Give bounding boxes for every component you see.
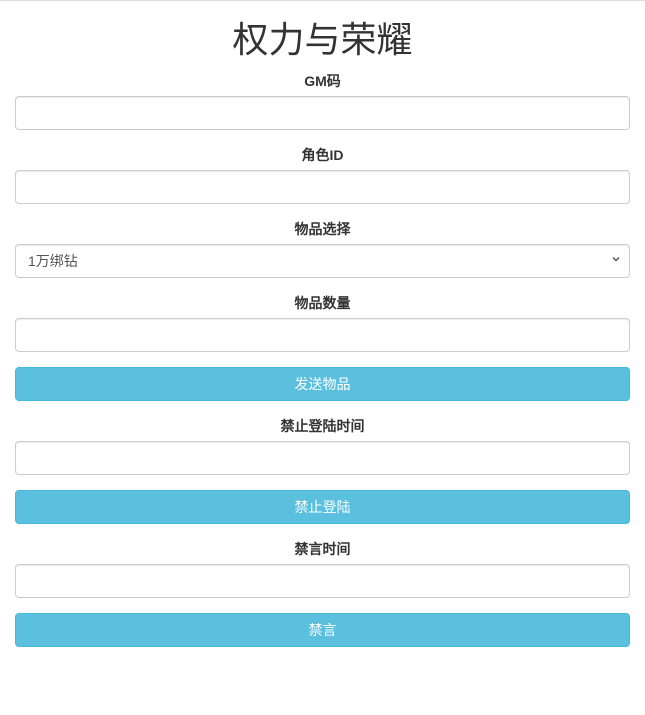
mute-button[interactable]: 禁言 — [15, 613, 630, 647]
item-select-group: 物品选择 1万绑钻 — [15, 219, 630, 278]
ban-login-time-group: 禁止登陆时间 — [15, 416, 630, 475]
item-select-wrap: 1万绑钻 — [15, 244, 630, 278]
gm-code-group: GM码 — [15, 71, 630, 130]
role-id-group: 角色ID — [15, 145, 630, 204]
gm-code-label: GM码 — [15, 71, 630, 91]
gm-code-input[interactable] — [15, 96, 630, 130]
mute-time-label: 禁言时间 — [15, 539, 630, 559]
page-title: 权力与荣耀 — [15, 11, 630, 63]
send-item-button[interactable]: 发送物品 — [15, 367, 630, 401]
item-count-input[interactable] — [15, 318, 630, 352]
ban-login-button[interactable]: 禁止登陆 — [15, 490, 630, 524]
ban-login-time-label: 禁止登陆时间 — [15, 416, 630, 436]
role-id-input[interactable] — [15, 170, 630, 204]
form-container: 权力与荣耀 GM码 角色ID 物品选择 1万绑钻 物品数量 发送物品 禁止登陆时… — [0, 0, 645, 682]
ban-login-time-input[interactable] — [15, 441, 630, 475]
item-select-label: 物品选择 — [15, 219, 630, 239]
item-count-label: 物品数量 — [15, 293, 630, 313]
item-select[interactable]: 1万绑钻 — [15, 244, 630, 278]
role-id-label: 角色ID — [15, 145, 630, 165]
mute-time-input[interactable] — [15, 564, 630, 598]
mute-time-group: 禁言时间 — [15, 539, 630, 598]
item-count-group: 物品数量 — [15, 293, 630, 352]
